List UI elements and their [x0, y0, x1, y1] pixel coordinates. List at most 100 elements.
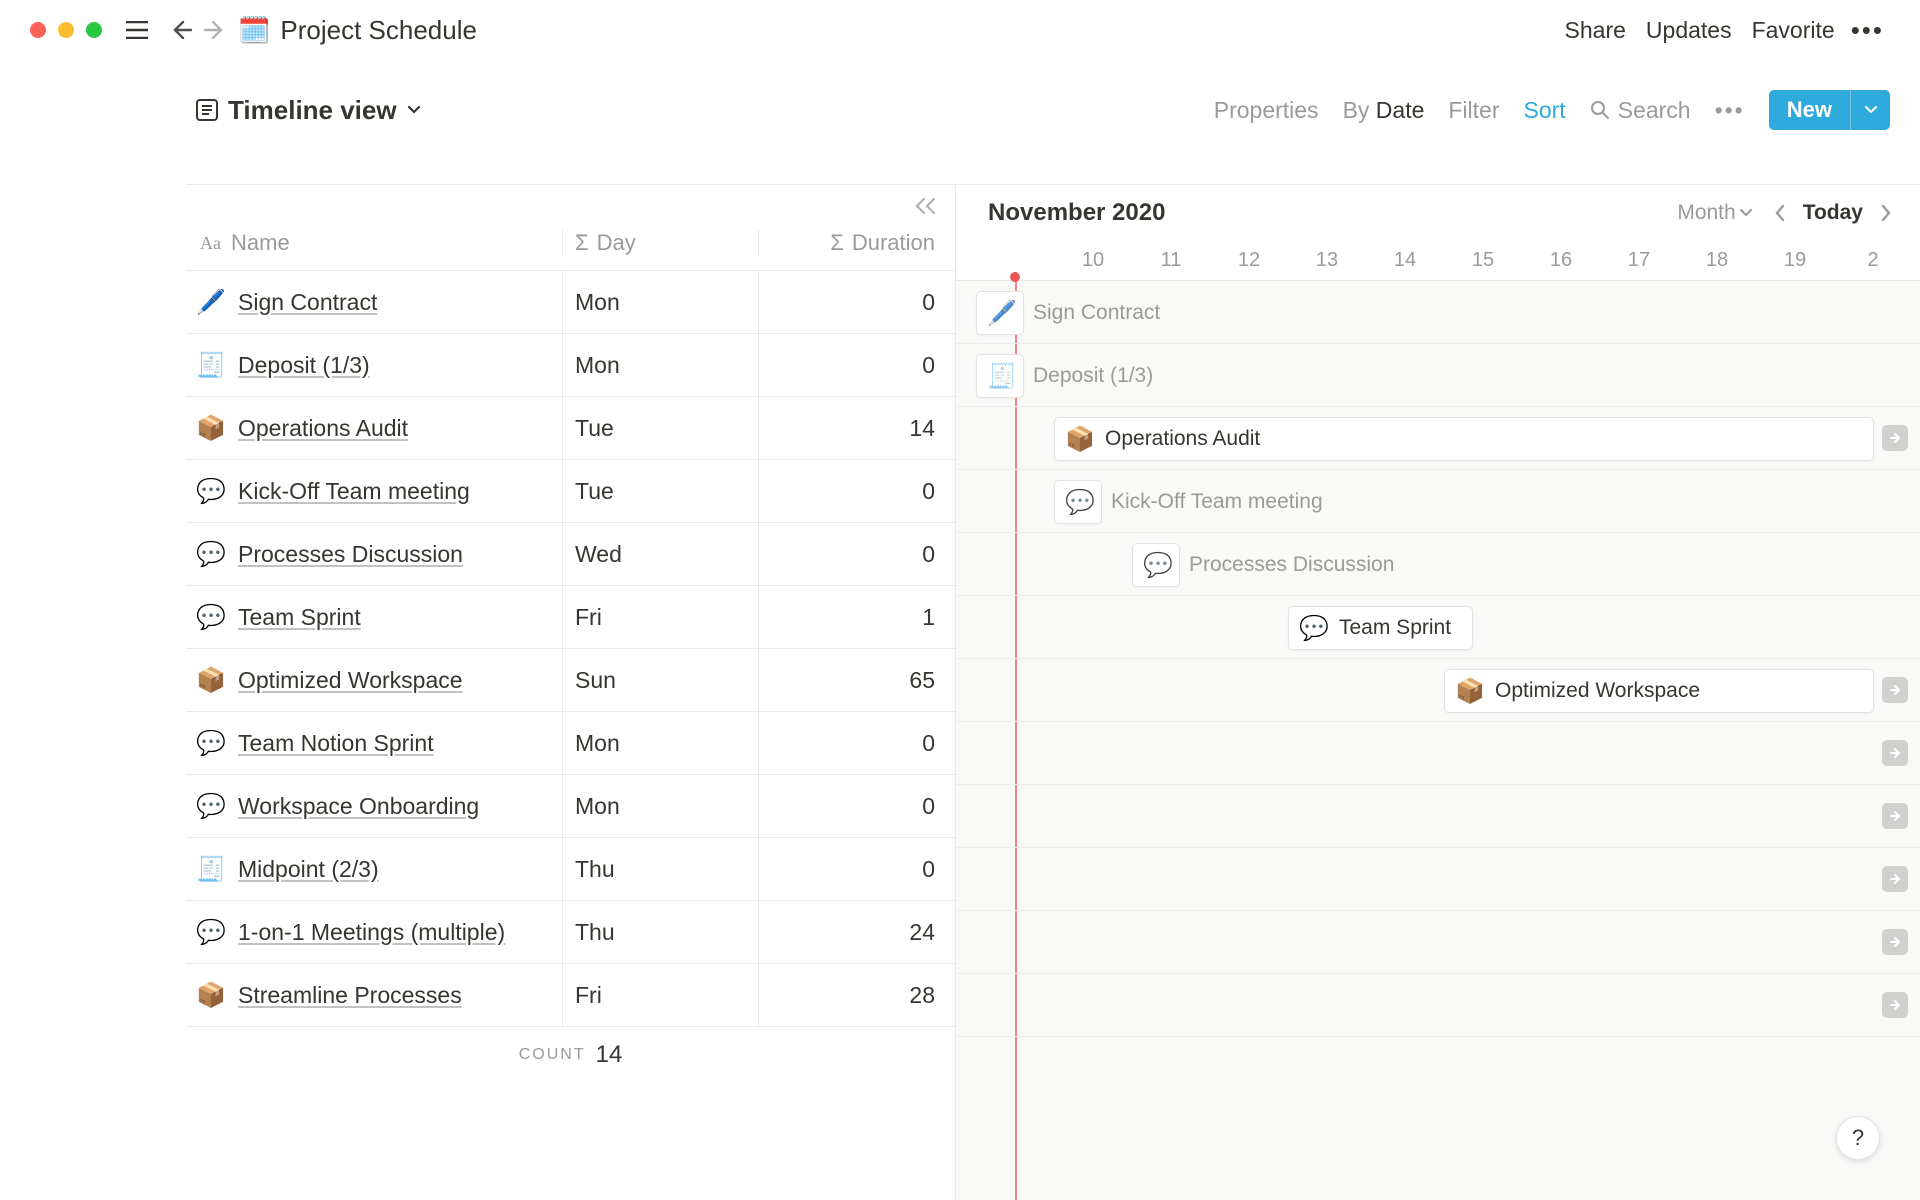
- timeline-bar[interactable]: 💬Team Sprint: [1288, 606, 1473, 650]
- column-day[interactable]: Σ Day: [562, 230, 758, 256]
- timeline-scale-selector[interactable]: Month: [1677, 201, 1751, 225]
- timeline-body[interactable]: 🖊️Sign Contract 🧾Deposit (1/3) 📦Operations…: [956, 281, 1920, 1037]
- table-row[interactable]: 📦Streamline ProcessesFri28: [186, 964, 955, 1027]
- task-title[interactable]: Team Sprint: [238, 604, 361, 631]
- timeline-date-ruler: 9101112131415161718192: [956, 241, 1920, 281]
- table-row[interactable]: 💬 Workspace Onboarding Mon0: [186, 775, 955, 838]
- timeline-bar-label: Deposit (1/3): [1033, 364, 1153, 388]
- task-title[interactable]: Optimized Workspace: [238, 667, 463, 694]
- new-button-caret[interactable]: [1850, 90, 1890, 130]
- table-row[interactable]: 💬Processes DiscussionWed0: [186, 523, 955, 586]
- table-row[interactable]: 🖊️Sign ContractMon0: [186, 271, 955, 334]
- help-button[interactable]: ?: [1836, 1116, 1880, 1160]
- date-cell[interactable]: 13: [1288, 249, 1366, 272]
- timeline-bar-label: Team Sprint: [1339, 616, 1451, 640]
- search-button[interactable]: Search: [1590, 97, 1691, 124]
- task-title[interactable]: Midpoint (2/3): [238, 856, 379, 883]
- date-cell[interactable]: 11: [1132, 249, 1210, 272]
- task-icon: 📦: [196, 414, 226, 443]
- task-day: Mon: [562, 775, 758, 837]
- toolbar-more-icon[interactable]: •••: [1715, 97, 1745, 124]
- table-row[interactable]: 📦Optimized WorkspaceSun65: [186, 649, 955, 712]
- filter-button[interactable]: Filter: [1448, 97, 1499, 124]
- task-title[interactable]: Workspace Onboarding: [238, 793, 479, 820]
- offscreen-right-icon[interactable]: [1882, 677, 1908, 703]
- timeline-bar[interactable]: 💬Processes Discussion: [1132, 543, 1180, 587]
- nav-forward-icon[interactable]: [198, 13, 232, 47]
- task-icon: 💬: [196, 477, 226, 506]
- date-cell[interactable]: 15: [1444, 249, 1522, 272]
- table-row[interactable]: 💬Team Notion SprintMon0: [186, 712, 955, 775]
- properties-button[interactable]: Properties: [1214, 97, 1319, 124]
- task-icon: 🖊️: [987, 299, 1017, 328]
- task-day: Wed: [562, 523, 758, 585]
- timeline-row: [956, 911, 1920, 974]
- task-title[interactable]: 1-on-1 Meetings (multiple): [238, 919, 505, 946]
- offscreen-right-icon[interactable]: [1882, 929, 1908, 955]
- task-icon: 🖊️: [196, 288, 226, 317]
- new-button-label[interactable]: New: [1769, 90, 1850, 130]
- timeline-next-icon[interactable]: [1881, 204, 1892, 222]
- date-cell[interactable]: 9: [976, 249, 1054, 272]
- date-cell[interactable]: 18: [1678, 249, 1756, 272]
- task-duration: 14: [758, 397, 955, 459]
- collapse-table-icon[interactable]: [913, 197, 937, 215]
- timeline-prev-icon[interactable]: [1774, 204, 1785, 222]
- offscreen-right-icon[interactable]: [1882, 866, 1908, 892]
- table-row[interactable]: 📦Operations AuditTue14: [186, 397, 955, 460]
- table-row[interactable]: 🧾Deposit (1/3)Mon0: [186, 334, 955, 397]
- task-title[interactable]: Sign Contract: [238, 289, 377, 316]
- menu-icon[interactable]: [120, 13, 154, 47]
- task-title[interactable]: Operations Audit: [238, 415, 408, 442]
- count-label: COUNT: [519, 1046, 586, 1064]
- date-cell[interactable]: 2: [1834, 249, 1912, 272]
- task-icon: 💬: [196, 792, 226, 821]
- date-cell[interactable]: 19: [1756, 249, 1834, 272]
- favorite-button[interactable]: Favorite: [1742, 11, 1845, 50]
- task-icon: 💬: [1143, 551, 1173, 580]
- offscreen-right-icon[interactable]: [1882, 425, 1908, 451]
- timeline-bar[interactable]: 📦Operations Audit: [1054, 417, 1874, 461]
- sort-by-button[interactable]: By Date: [1343, 97, 1425, 124]
- chevron-down-icon: [1865, 106, 1877, 115]
- updates-button[interactable]: Updates: [1636, 11, 1742, 50]
- offscreen-right-icon[interactable]: [1882, 740, 1908, 766]
- task-title[interactable]: Kick-Off Team meeting: [238, 478, 470, 505]
- task-title[interactable]: Streamline Processes: [238, 982, 462, 1009]
- window-close-icon[interactable]: [30, 22, 46, 38]
- window-minimize-icon[interactable]: [58, 22, 74, 38]
- date-cell[interactable]: 14: [1366, 249, 1444, 272]
- table-row[interactable]: 💬Team SprintFri1: [186, 586, 955, 649]
- task-duration: 24: [758, 901, 955, 963]
- date-cell[interactable]: 17: [1600, 249, 1678, 272]
- table-row[interactable]: 💬1-on-1 Meetings (multiple)Thu24: [186, 901, 955, 964]
- view-selector[interactable]: Timeline view: [196, 95, 421, 126]
- nav-back-icon[interactable]: [164, 13, 198, 47]
- timeline-bar[interactable]: 🖊️Sign Contract: [976, 291, 1024, 335]
- new-button[interactable]: New: [1769, 90, 1890, 130]
- task-table: Aa Name Σ Day Σ Duration 🖊️ Sign Contract…: [186, 185, 956, 1200]
- date-cell[interactable]: 16: [1522, 249, 1600, 272]
- window-zoom-icon[interactable]: [86, 22, 102, 38]
- column-name[interactable]: Aa Name: [186, 230, 562, 256]
- date-cell[interactable]: 10: [1054, 249, 1132, 272]
- more-menu-icon[interactable]: •••: [1845, 15, 1890, 46]
- share-button[interactable]: Share: [1555, 11, 1636, 50]
- timeline-bar-label: Kick-Off Team meeting: [1111, 490, 1323, 514]
- timeline-today-button[interactable]: Today: [1803, 201, 1863, 225]
- offscreen-right-icon[interactable]: [1882, 992, 1908, 1018]
- sort-button[interactable]: Sort: [1524, 97, 1566, 124]
- task-title[interactable]: Team Notion Sprint: [238, 730, 434, 757]
- offscreen-right-icon[interactable]: [1882, 803, 1908, 829]
- column-duration[interactable]: Σ Duration: [758, 230, 955, 256]
- table-row[interactable]: 💬Kick-Off Team meetingTue0: [186, 460, 955, 523]
- task-title[interactable]: Processes Discussion: [238, 541, 463, 568]
- timeline-bar[interactable]: 📦Optimized Workspace: [1444, 669, 1874, 713]
- timeline-bar[interactable]: 💬Kick-Off Team meeting: [1054, 480, 1102, 524]
- task-title[interactable]: Deposit (1/3): [238, 352, 370, 379]
- date-cell[interactable]: 12: [1210, 249, 1288, 272]
- page-title[interactable]: Project Schedule: [280, 15, 477, 46]
- task-duration: 0: [758, 775, 955, 837]
- timeline-bar[interactable]: 🧾Deposit (1/3): [976, 354, 1024, 398]
- table-row[interactable]: 🧾Midpoint (2/3)Thu0: [186, 838, 955, 901]
